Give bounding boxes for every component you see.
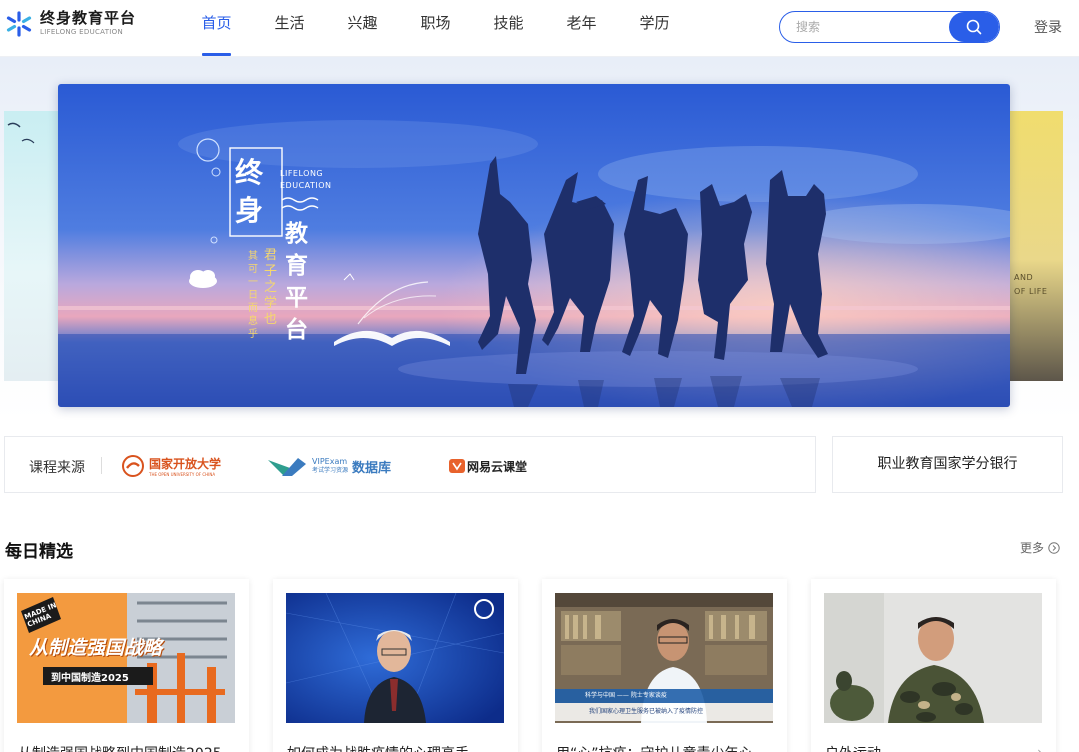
- next-slide-text-2: OF LIFE: [1014, 287, 1048, 296]
- partner-open-university[interactable]: 国家开放大学 THE OPEN UNIVERSITY OF CHINA: [121, 452, 221, 480]
- course-sources-bar: 课程来源 国家开放大学 THE OPEN UNIVERSITY OF CHINA…: [4, 436, 816, 493]
- hero-banner[interactable]: 终 身 教 育 平 台 LIFELONG EDUCATION 君子之学也 其可一…: [58, 84, 1010, 407]
- banner-en-text: LIFELONG EDUCATION: [280, 168, 332, 192]
- course-card[interactable]: 科学与中国 —— 院士专家谈疫 我们国家心理卫生服务已被纳入了疫情防控 用“心”…: [542, 579, 787, 752]
- vipexam-logo-icon: [268, 458, 306, 476]
- main-nav: 首页 生活 兴趣 职场 技能 老年 学历: [180, 0, 691, 57]
- banner-title-char: 平: [285, 285, 308, 311]
- credit-bank-link[interactable]: 职业教育国家学分银行: [832, 436, 1063, 493]
- thumb-subtitle: 我们国家心理卫生服务已被纳入了疫情防控: [589, 708, 704, 715]
- netease-logo-icon: [449, 459, 465, 473]
- course-thumbnail: [824, 593, 1042, 723]
- banner-en-line: LIFELONG: [280, 169, 324, 178]
- partner-name: 数据库: [352, 460, 392, 476]
- logo-subtitle: LIFELONG EDUCATION: [40, 28, 124, 36]
- next-slide-text-1: AND: [1014, 273, 1034, 282]
- ouc-logo-icon: [122, 455, 144, 477]
- search-button[interactable]: [949, 12, 999, 42]
- nav-item-interest[interactable]: 兴趣: [326, 0, 399, 57]
- nav-item-life[interactable]: 生活: [253, 0, 326, 57]
- nav-item-skills[interactable]: 技能: [472, 0, 545, 57]
- banner-title-char: 教: [285, 221, 308, 247]
- nav-item-workplace[interactable]: 职场: [399, 0, 472, 57]
- partner-subname: THE OPEN UNIVERSITY OF CHINA: [149, 472, 216, 477]
- carousel-prev-slide[interactable]: [4, 111, 58, 381]
- banner-poem-col2: 其可一日而息乎: [248, 251, 258, 340]
- course-thumbnail: MADE IN CHINA 从制造强国战略 到中国制造2025: [17, 593, 235, 723]
- course-thumbnail: 科学与中国 —— 院士专家谈疫 我们国家心理卫生服务已被纳入了疫情防控: [555, 593, 773, 723]
- thumb-caption: 科学与中国 —— 院士专家谈疫: [585, 692, 667, 699]
- partner-name: 网易云课堂: [467, 459, 528, 474]
- banner-title-char: 育: [285, 253, 308, 279]
- chevron-circle-right-icon: [1048, 541, 1060, 554]
- banner-title-char: 终: [235, 156, 264, 189]
- search-input[interactable]: [780, 12, 948, 42]
- course-thumbnail: [286, 593, 504, 723]
- more-label: 更多: [1020, 541, 1045, 555]
- course-title: 用“心”抗疫：守护儿童青少年心: [556, 743, 776, 752]
- logo-icon: [6, 10, 32, 37]
- banner-title-part2: 教 育 平 台: [285, 218, 308, 346]
- nav-item-degree[interactable]: 学历: [618, 0, 691, 57]
- partner-name: 国家开放大学: [149, 457, 222, 471]
- course-title: 从制造强国战略到中国制造2025: [18, 743, 238, 752]
- banner-en-line: EDUCATION: [280, 181, 332, 190]
- partner-subname: VIPExam: [312, 457, 348, 466]
- course-title: 如何成为战胜疫情的心理高手: [287, 743, 507, 752]
- carousel-next-slide[interactable]: AND OF LIFE: [1010, 111, 1063, 381]
- top-header: 终身教育平台 LIFELONG EDUCATION 首页 生活 兴趣 职场 技能…: [0, 0, 1079, 57]
- nav-item-home[interactable]: 首页: [180, 0, 253, 57]
- course-title: 户外运动: [825, 743, 1045, 752]
- more-link[interactable]: 更多: [1020, 539, 1060, 556]
- logo-title: 终身教育平台: [40, 9, 137, 27]
- site-logo[interactable]: 终身教育平台 LIFELONG EDUCATION: [6, 10, 136, 37]
- banner-title-char: 台: [285, 317, 308, 343]
- section-title-daily: 每日精选: [5, 542, 73, 562]
- course-card[interactable]: MADE IN CHINA 从制造强国战略 到中国制造2025 从制造强国战略到…: [4, 579, 249, 752]
- search-box: [779, 11, 1000, 43]
- search-icon: [966, 19, 982, 35]
- partner-netease-cloud-classroom[interactable]: 网易云课堂: [449, 452, 527, 480]
- partner-vipexam[interactable]: VIPExam 考试学习资源 数据库: [268, 452, 391, 480]
- login-link[interactable]: 登录: [1034, 17, 1062, 37]
- chevron-right-icon: ›: [1037, 745, 1042, 752]
- course-card[interactable]: 如何成为战胜疫情的心理高手: [273, 579, 518, 752]
- divider: [101, 457, 102, 474]
- nav-item-elderly[interactable]: 老年: [545, 0, 618, 57]
- course-sources-label: 课程来源: [29, 460, 85, 476]
- partner-subname: 考试学习资源: [312, 467, 349, 474]
- course-card[interactable]: 户外运动 ›: [811, 579, 1056, 752]
- thumb-headline: 从制造强国战略: [29, 637, 163, 659]
- banner-poem-col1: 君子之学也: [264, 248, 278, 327]
- banner-title-part1: 终 身: [235, 154, 263, 230]
- banner-title-char: 身: [235, 194, 264, 227]
- thumb-subline: 到中国制造2025: [51, 673, 129, 684]
